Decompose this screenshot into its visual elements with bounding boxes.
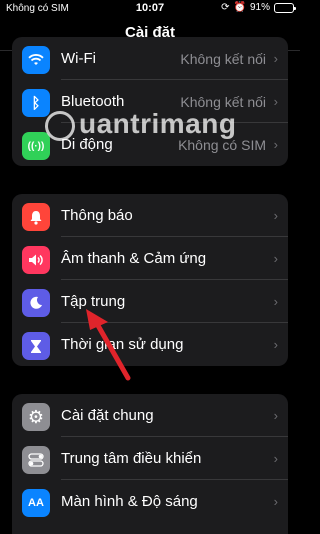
settings-group-connectivity: Wi-Fi Không kết nối › ᛒ Bluetooth Không … bbox=[12, 37, 288, 166]
speaker-icon bbox=[22, 246, 50, 274]
row-label: Thông báo bbox=[61, 207, 133, 224]
settings-row-screen-time[interactable]: Thời gian sử dụng › bbox=[12, 323, 288, 366]
row-label: Cài đặt chung bbox=[61, 407, 154, 424]
alarm-icon: ⏰ bbox=[233, 2, 246, 13]
moon-icon bbox=[22, 289, 50, 317]
bell-icon bbox=[22, 203, 50, 231]
gear-icon: ⚙ bbox=[22, 403, 50, 431]
watermark-logo-icon bbox=[45, 110, 75, 141]
chevron-right-icon: › bbox=[273, 137, 278, 152]
row-label: Wi-Fi bbox=[61, 50, 96, 67]
hourglass-icon bbox=[22, 332, 50, 360]
battery-percent: 91% bbox=[249, 2, 270, 13]
chevron-right-icon: › bbox=[273, 208, 278, 223]
settings-row-focus[interactable]: Tập trung › bbox=[12, 280, 288, 323]
settings-row-notifications[interactable]: Thông báo › bbox=[12, 194, 288, 237]
chevron-right-icon: › bbox=[273, 494, 278, 509]
row-label: Âm thanh & Cảm ứng bbox=[61, 250, 207, 267]
chevron-right-icon: › bbox=[273, 251, 278, 266]
settings-row-sounds-haptics[interactable]: Âm thanh & Cảm ứng › bbox=[12, 237, 288, 280]
chevron-right-icon: › bbox=[273, 294, 278, 309]
row-label: Trung tâm điều khiển bbox=[61, 450, 202, 467]
settings-row-control-center[interactable]: Trung tâm điều khiển › bbox=[12, 437, 288, 480]
chevron-right-icon: › bbox=[273, 451, 278, 466]
row-value: Không kết nối bbox=[180, 50, 266, 67]
battery-icon bbox=[274, 2, 296, 13]
settings-row-general[interactable]: ⚙ Cài đặt chung › bbox=[12, 394, 288, 437]
status-right: ⟳ ⏰ 91% bbox=[221, 2, 296, 13]
display-brightness-icon: AA bbox=[22, 489, 50, 517]
toggles-icon bbox=[22, 446, 50, 474]
status-bar: Không có SIM 10:07 ⟳ ⏰ 91% bbox=[0, 0, 300, 18]
row-label: Thời gian sử dụng bbox=[61, 336, 184, 353]
wifi-icon bbox=[22, 46, 50, 74]
lock-rotation-icon: ⟳ bbox=[221, 2, 230, 13]
watermark-text: uantrimang bbox=[79, 108, 237, 139]
row-label: Màn hình & Độ sáng bbox=[61, 493, 198, 510]
chevron-right-icon: › bbox=[273, 94, 278, 109]
settings-group-general: ⚙ Cài đặt chung › Trung tâm điều khiển ›… bbox=[12, 394, 288, 534]
settings-group-notifications: Thông báo › Âm thanh & Cảm ứng › Tập tru… bbox=[12, 194, 288, 366]
chevron-right-icon: › bbox=[273, 51, 278, 66]
settings-row-wifi[interactable]: Wi-Fi Không kết nối › bbox=[12, 37, 288, 80]
row-label: Tập trung bbox=[61, 293, 126, 310]
settings-row-display-brightness[interactable]: AA Màn hình & Độ sáng › bbox=[12, 480, 288, 523]
chevron-right-icon: › bbox=[273, 408, 278, 423]
chevron-right-icon: › bbox=[273, 337, 278, 352]
watermark: uantrimang bbox=[45, 108, 236, 141]
